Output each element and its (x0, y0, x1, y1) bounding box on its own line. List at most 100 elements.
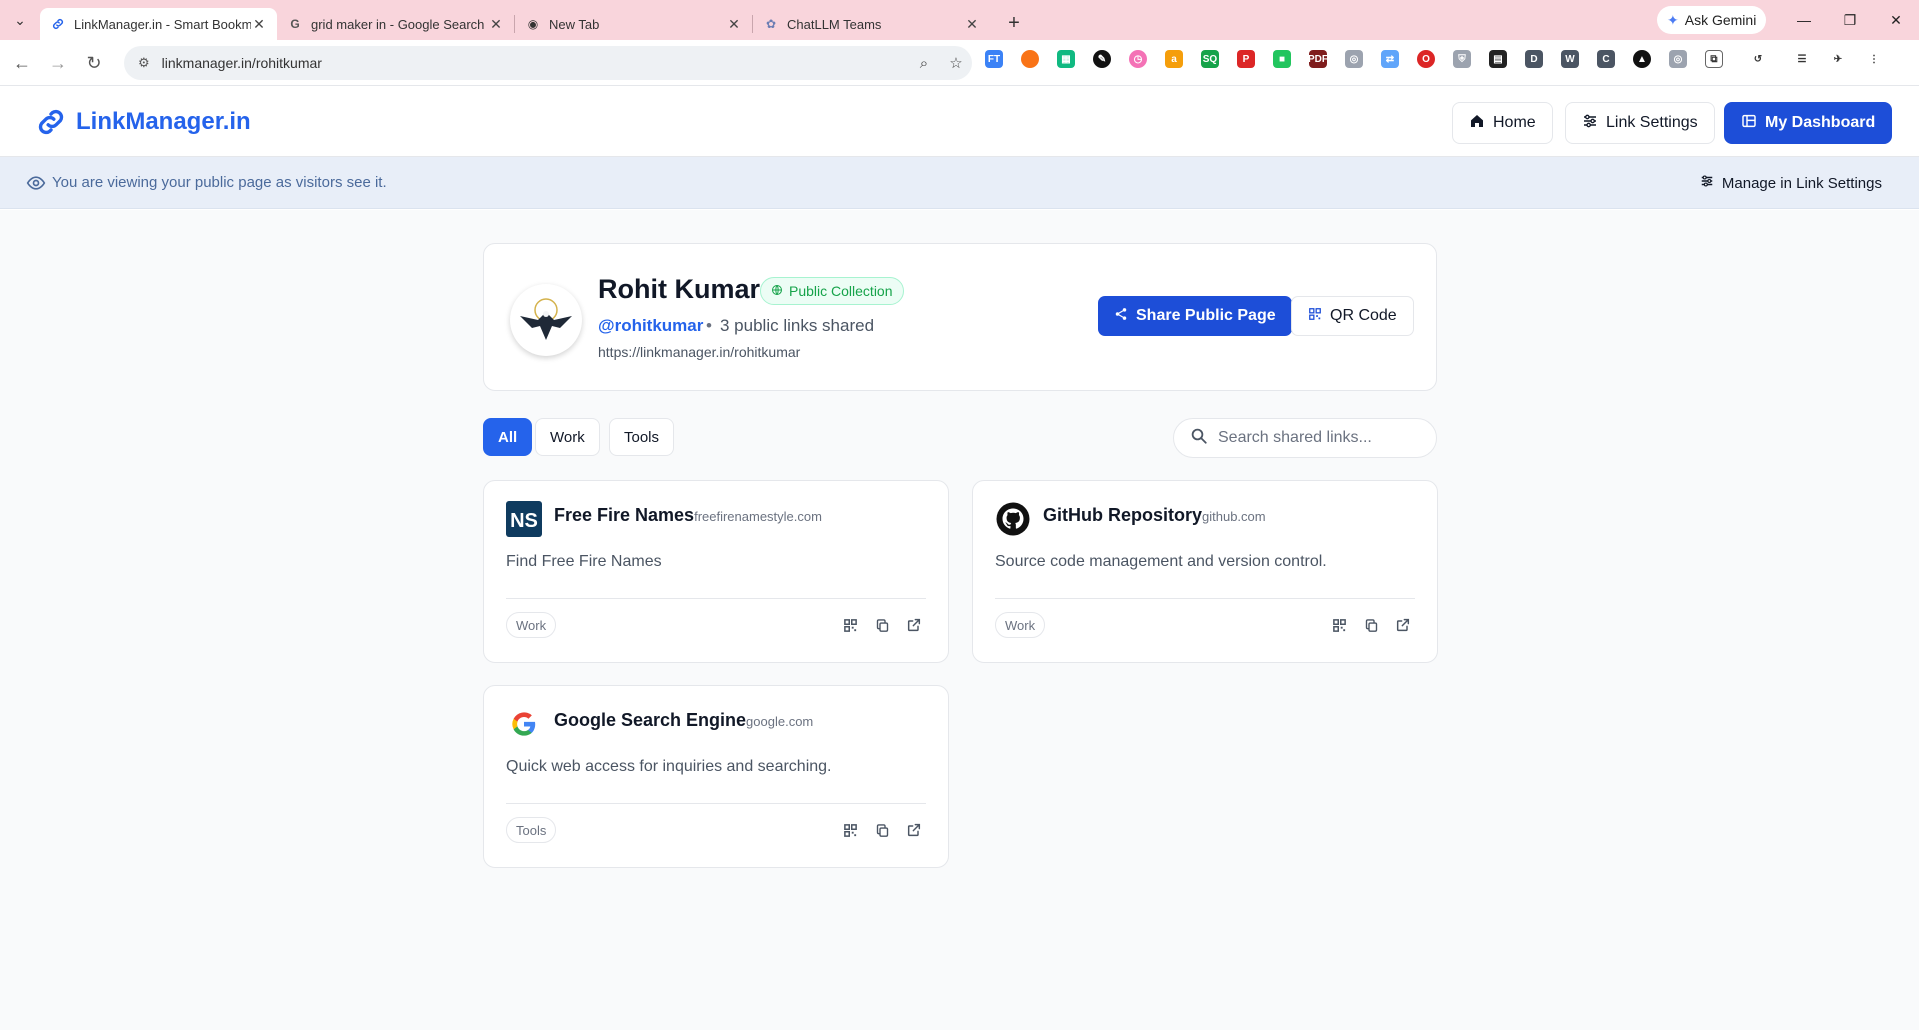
extension-doc-icon[interactable]: ▤ (1489, 50, 1507, 68)
extension-w-icon[interactable]: W (1561, 50, 1579, 68)
tab-close-icon[interactable]: ✕ (726, 16, 742, 33)
tab-close-icon[interactable]: ✕ (488, 16, 504, 33)
profile-handle[interactable]: @rohitkumar (598, 316, 703, 336)
share-public-page-button[interactable]: Share Public Page (1098, 296, 1292, 336)
back-arrow-icon[interactable]: ← (4, 45, 40, 81)
site-info-icon[interactable]: ⚙ (138, 55, 150, 71)
manage-label: Manage in Link Settings (1721, 174, 1882, 192)
separator-dot: • (706, 316, 712, 335)
link-domain: github.com (1202, 509, 1266, 524)
manage-link-settings-button[interactable]: Manage in Link Settings (1700, 174, 1882, 192)
ask-gemini-button[interactable]: ✦ Ask Gemini (1657, 6, 1767, 34)
history-icon[interactable]: ↺ (1749, 50, 1767, 68)
qr-code-icon[interactable] (1329, 615, 1349, 635)
extension-shield-icon[interactable]: ⛨ (1453, 50, 1471, 68)
profile-bird-icon[interactable]: ✈ (1829, 50, 1847, 68)
home-icon (1469, 113, 1485, 133)
my-dashboard-button[interactable]: My Dashboard (1724, 102, 1893, 144)
divider (506, 598, 926, 599)
browser-tab-linkmanager[interactable]: LinkManager.in - Smart Bookma ✕ (40, 8, 277, 40)
filter-tab-all[interactable]: All (483, 418, 533, 456)
extension-pen-icon[interactable]: ✎ (1093, 50, 1111, 68)
extension-p-icon[interactable]: P (1237, 50, 1255, 68)
my-dashboard-label: My Dashboard (1765, 114, 1876, 131)
link-description: Source code management and version contr… (995, 553, 1327, 570)
profile-card: Rohit Kumar Public Collection @rohitkuma… (483, 243, 1437, 391)
banner-text: You are viewing your public page as visi… (52, 174, 387, 191)
link-actions (1317, 615, 1413, 635)
minimize-icon[interactable]: — (1781, 0, 1827, 40)
home-label: Home (1493, 114, 1536, 131)
extension-green-icon[interactable]: ■ (1273, 50, 1291, 68)
forward-arrow-icon[interactable]: → (40, 45, 76, 81)
external-link-icon[interactable] (904, 615, 924, 635)
more-menu-icon[interactable]: ⋮ (1865, 50, 1883, 68)
external-link-icon[interactable] (1393, 615, 1413, 635)
extension-amazon-icon[interactable]: a (1165, 50, 1183, 68)
extension-c-icon[interactable]: C (1597, 50, 1615, 68)
link-title[interactable]: Free Fire Namesfreefirenamestyle.com (554, 505, 822, 526)
link-tag: Tools (506, 817, 557, 843)
link-title[interactable]: Google Search Enginegoogle.com (554, 710, 813, 731)
chatllm-favicon-icon: ✿ (765, 17, 777, 31)
extensions-puzzle-icon[interactable]: ⧉ (1705, 50, 1723, 68)
sliders-icon (1582, 113, 1598, 133)
extension-opera-icon[interactable]: O (1417, 50, 1435, 68)
divider (506, 803, 926, 804)
filter-tab-work[interactable]: Work (535, 418, 600, 456)
link-card[interactable]: NS Free Fire Namesfreefirenamestyle.com … (483, 480, 949, 663)
link-description: Quick web access for inquiries and searc… (506, 758, 832, 775)
qr-code-icon[interactable] (840, 615, 860, 635)
link-card[interactable]: GitHub Repositorygithub.com Source code … (972, 480, 1438, 663)
extension-camera2-icon[interactable]: ◎ (1669, 50, 1687, 68)
search-input[interactable] (1218, 429, 1418, 447)
close-window-icon[interactable]: ✕ (1873, 0, 1919, 40)
extension-link-icon[interactable]: ⇄ (1381, 50, 1399, 68)
reload-icon[interactable]: ↻ (76, 45, 112, 81)
extension-grid-icon[interactable]: ▦ (1057, 50, 1075, 68)
tab-close-icon[interactable]: ✕ (964, 16, 980, 33)
link-actions (828, 820, 924, 840)
qr-code-button[interactable]: QR Code (1291, 296, 1414, 336)
divider (995, 598, 1415, 599)
qr-code-icon[interactable] (840, 820, 860, 840)
extension-pdf-icon[interactable]: PDF (1308, 50, 1328, 68)
reading-list-icon[interactable]: ☰ (1793, 50, 1811, 68)
extension-ft-icon[interactable]: FT (985, 50, 1003, 68)
tab-search-dropdown-icon[interactable]: ⌄ (0, 0, 40, 40)
copy-icon[interactable] (1361, 615, 1381, 635)
link-card[interactable]: Google Search Enginegoogle.com Quick web… (483, 685, 949, 868)
zoom-icon[interactable]: ⌕ (908, 55, 940, 72)
eye-icon (26, 176, 46, 190)
extension-clock-icon[interactable]: ◷ (1129, 50, 1147, 68)
link-settings-label: Link Settings (1606, 114, 1698, 131)
bookmark-star-icon[interactable]: ☆ (940, 54, 972, 72)
restore-icon[interactable]: ❐ (1827, 0, 1873, 40)
copy-icon[interactable] (872, 820, 892, 840)
extension-orange-icon[interactable] (1021, 50, 1039, 68)
qr-code-icon (1308, 307, 1322, 326)
public-collection-badge: Public Collection (760, 277, 904, 305)
filter-tab-tools[interactable]: Tools (609, 418, 675, 456)
browser-tab-new-tab[interactable]: ◉ New Tab ✕ (515, 8, 752, 40)
link-title[interactable]: GitHub Repositorygithub.com (1043, 505, 1266, 526)
logo[interactable]: LinkManager.in (34, 105, 251, 139)
share-label: Share Public Page (1136, 307, 1276, 324)
public-link-count: 3 public links shared (720, 316, 875, 335)
copy-icon[interactable] (872, 615, 892, 635)
tab-close-icon[interactable]: ✕ (251, 16, 267, 33)
address-bar[interactable]: ⚙ linkmanager.in/rohitkumar ⌕ ☆ (124, 46, 972, 80)
public-view-banner: You are viewing your public page as visi… (0, 157, 1919, 209)
extension-a-icon[interactable]: ▲ (1633, 50, 1651, 68)
search-shared-links[interactable] (1173, 418, 1437, 458)
new-tab-plus-icon[interactable]: + (998, 7, 1030, 39)
home-button[interactable]: Home (1452, 102, 1553, 144)
extension-camera-icon[interactable]: ◎ (1345, 50, 1363, 68)
browser-tab-chatllm[interactable]: ✿ ChatLLM Teams ✕ (753, 8, 990, 40)
tab-label: New Tab (549, 16, 600, 32)
external-link-icon[interactable] (904, 820, 924, 840)
extension-sq-icon[interactable]: SQ (1201, 50, 1219, 68)
browser-tab-google-search[interactable]: G grid maker in - Google Search ✕ (277, 8, 514, 40)
link-settings-button[interactable]: Link Settings (1565, 102, 1715, 144)
extension-d-icon[interactable]: D (1525, 50, 1543, 68)
